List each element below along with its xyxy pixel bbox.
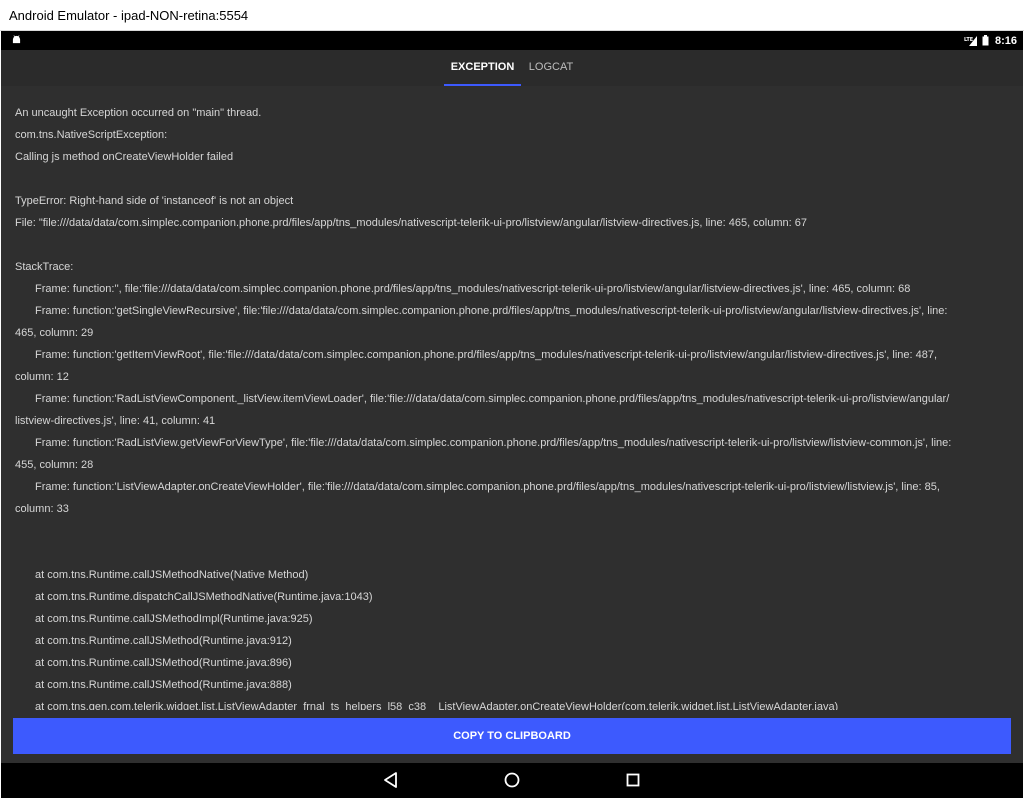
- stack-frame: Frame: function:'RadListView.getViewForV…: [35, 437, 952, 449]
- java-stack-line: at com.tns.Runtime.callJSMethod(Runtime.…: [35, 679, 292, 691]
- tab-exception[interactable]: EXCEPTION: [444, 50, 521, 86]
- status-indicators: LTE 8:16: [964, 31, 1017, 50]
- android-icon: [12, 35, 21, 44]
- tab-logcat[interactable]: LOGCAT: [524, 50, 578, 86]
- home-icon[interactable]: [502, 770, 522, 790]
- exception-details: An uncaught Exception occurred on "main"…: [15, 102, 1005, 710]
- java-stack-line: at com.tns.Runtime.callJSMethod(Runtime.…: [35, 635, 292, 647]
- stack-frame: Frame: function:'', file:'file:///data/d…: [35, 283, 911, 295]
- stack-frame-continued: 455, column: 28: [15, 459, 94, 471]
- window-title: Android Emulator - ipad-NON-retina:5554: [0, 0, 1024, 31]
- stack-frame-continued: 465, column: 29: [15, 327, 94, 339]
- error-file: File: "file:///data/data/com.simplec.com…: [15, 217, 807, 229]
- stack-frame: Frame: function:'RadListViewComponent._l…: [35, 393, 950, 405]
- back-icon[interactable]: [381, 770, 401, 790]
- signal-icon: LTE: [964, 36, 977, 46]
- exception-class: com.tns.NativeScriptException:: [15, 129, 168, 141]
- tab-bar: EXCEPTION LOGCAT: [1, 50, 1023, 86]
- stack-frame: Frame: function:'ListViewAdapter.onCreat…: [35, 481, 940, 493]
- java-stack-line: at com.tns.Runtime.dispatchCallJSMethodN…: [35, 591, 373, 603]
- error-type: TypeError: Right-hand side of 'instanceo…: [15, 195, 294, 207]
- java-stack-line: at com.tns.Runtime.callJSMethodNative(Na…: [35, 569, 309, 581]
- stack-frame-continued: column: 12: [15, 371, 69, 383]
- navigation-bar: [1, 763, 1023, 798]
- stack-frame: Frame: function:'getSingleViewRecursive'…: [35, 305, 948, 317]
- java-stack-line: at com.tns.gen.com.telerik.widget.list.L…: [35, 701, 839, 710]
- java-stack-line: at com.tns.Runtime.callJSMethodImpl(Runt…: [35, 613, 313, 625]
- status-time: 8:16: [994, 34, 1017, 47]
- exception-summary: Calling js method onCreateViewHolder fai…: [15, 151, 234, 163]
- status-bar: LTE 8:16: [1, 31, 1023, 50]
- copy-to-clipboard-button[interactable]: COPY TO CLIPBOARD: [13, 718, 1011, 754]
- stack-frame: Frame: function:'getItemViewRoot', file:…: [35, 349, 938, 361]
- stacktrace-header: StackTrace:: [15, 261, 74, 273]
- stack-frame-continued: column: 33: [15, 503, 69, 515]
- stack-frame-continued: listview-directives.js', line: 41, colum…: [15, 415, 216, 427]
- battery-icon: [982, 35, 989, 46]
- emulator-screen: LTE 8:16 EXCEPTION LOGCAT An uncaught Ex…: [1, 31, 1023, 798]
- recents-icon[interactable]: [623, 770, 643, 790]
- java-stack-line: at com.tns.Runtime.callJSMethod(Runtime.…: [35, 657, 292, 669]
- exception-message: An uncaught Exception occurred on "main"…: [15, 107, 262, 119]
